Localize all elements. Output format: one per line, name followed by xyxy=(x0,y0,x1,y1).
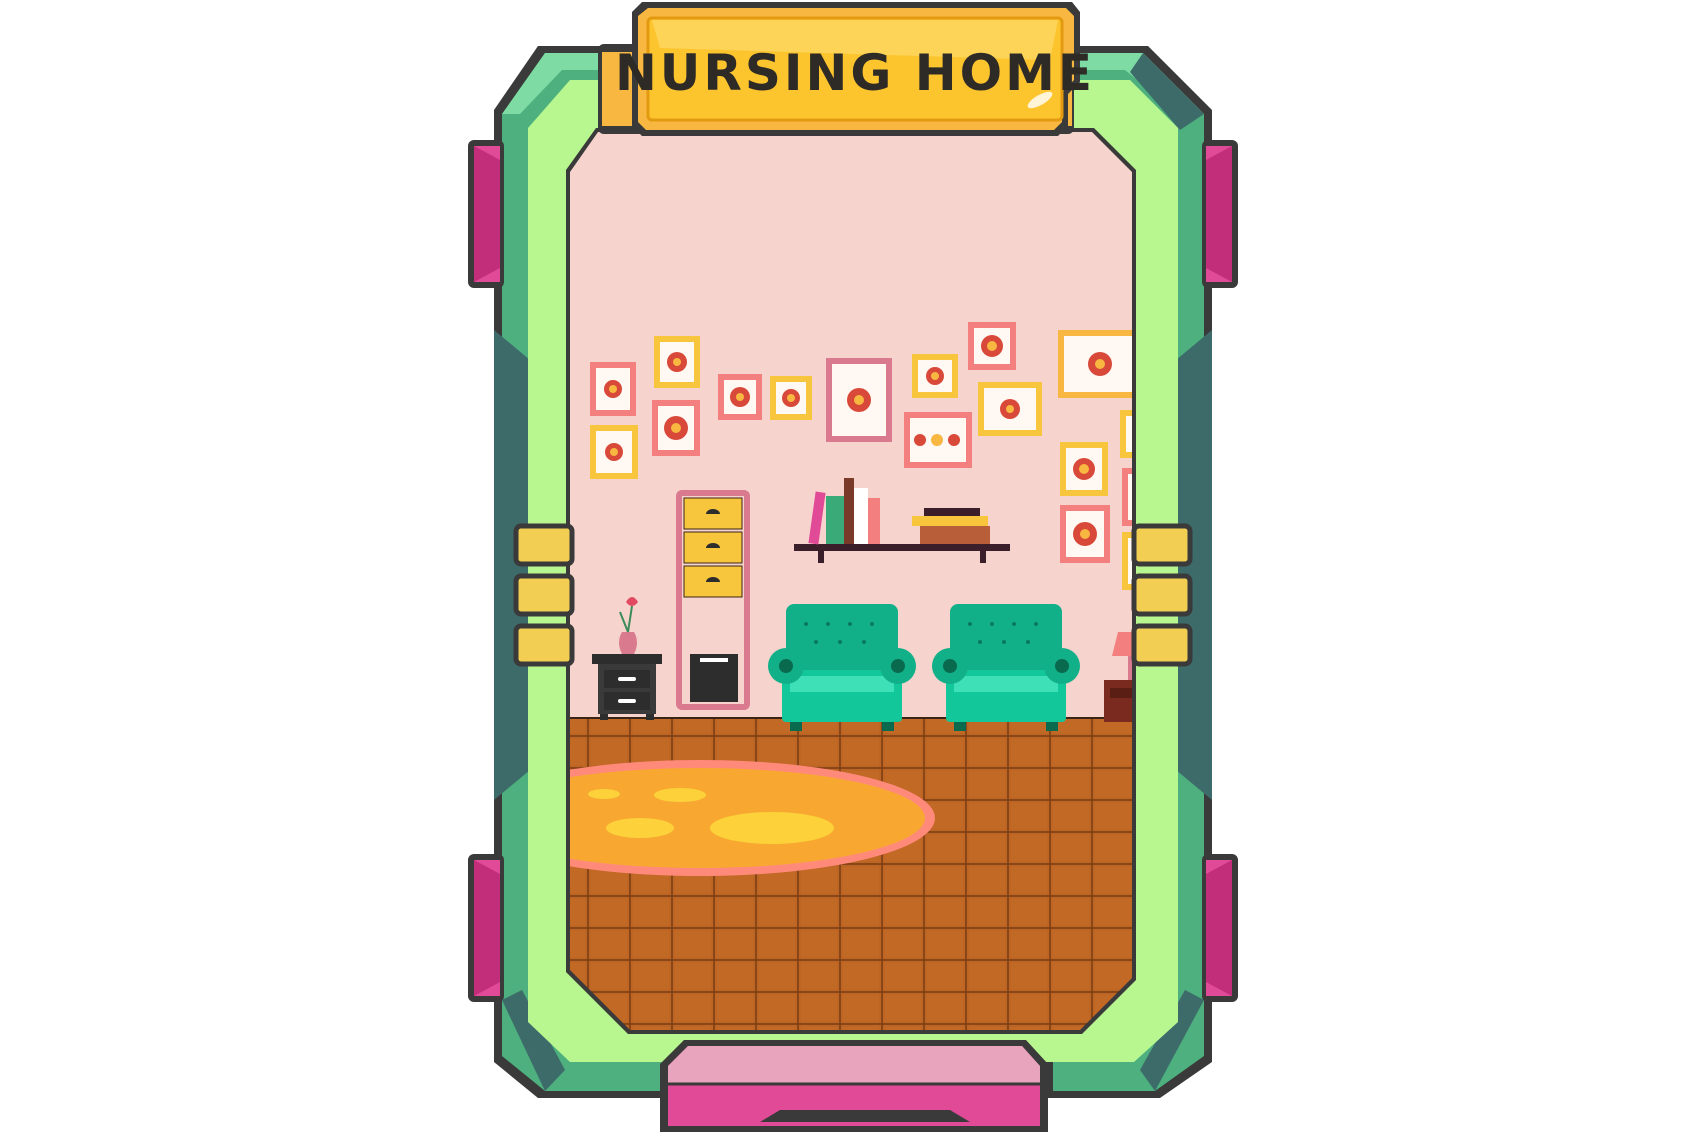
flower-picture-icon xyxy=(590,425,638,479)
flower-picture-icon xyxy=(978,382,1042,436)
clasp xyxy=(513,523,575,567)
clasp xyxy=(1131,523,1193,567)
game-card: NURSING HOME xyxy=(468,2,1238,1132)
book-icon xyxy=(826,496,844,544)
flower-picture-icon xyxy=(718,374,762,420)
clasp xyxy=(513,623,575,667)
clasp xyxy=(1131,573,1193,617)
nightstand xyxy=(592,654,662,720)
gem-left-bottom xyxy=(468,854,504,1002)
book-icon xyxy=(924,508,980,516)
flower-picture-icon xyxy=(652,400,700,456)
flower-picture-icon xyxy=(1058,330,1132,398)
drawer-cabinet xyxy=(676,490,750,710)
clasp xyxy=(513,573,575,617)
flower-picture-icon xyxy=(1060,442,1108,496)
gem-right-top xyxy=(1202,140,1238,288)
book-icon xyxy=(844,478,854,544)
title-banner: NURSING HOME xyxy=(598,2,1095,136)
gem-right-bottom xyxy=(1202,854,1238,1002)
armchair xyxy=(932,604,1080,731)
flower-picture-icon xyxy=(590,362,636,416)
flower-picture-icon xyxy=(904,412,972,468)
gem-left-top xyxy=(468,140,504,288)
flower-picture-icon xyxy=(770,376,812,420)
flower-picture-icon xyxy=(1060,505,1110,563)
book-icon xyxy=(854,488,868,544)
book-icon xyxy=(868,498,880,544)
armchair xyxy=(768,604,916,731)
card-title: NURSING HOME xyxy=(615,44,1095,102)
flower-picture-icon xyxy=(826,358,892,442)
flower-picture-icon xyxy=(654,336,700,388)
book-icon xyxy=(912,516,988,526)
bottom-plate xyxy=(660,1040,1048,1132)
book-icon xyxy=(920,526,990,544)
flower-picture-icon xyxy=(912,354,958,398)
clasp xyxy=(1131,623,1193,667)
flower-picture-icon xyxy=(968,322,1016,370)
